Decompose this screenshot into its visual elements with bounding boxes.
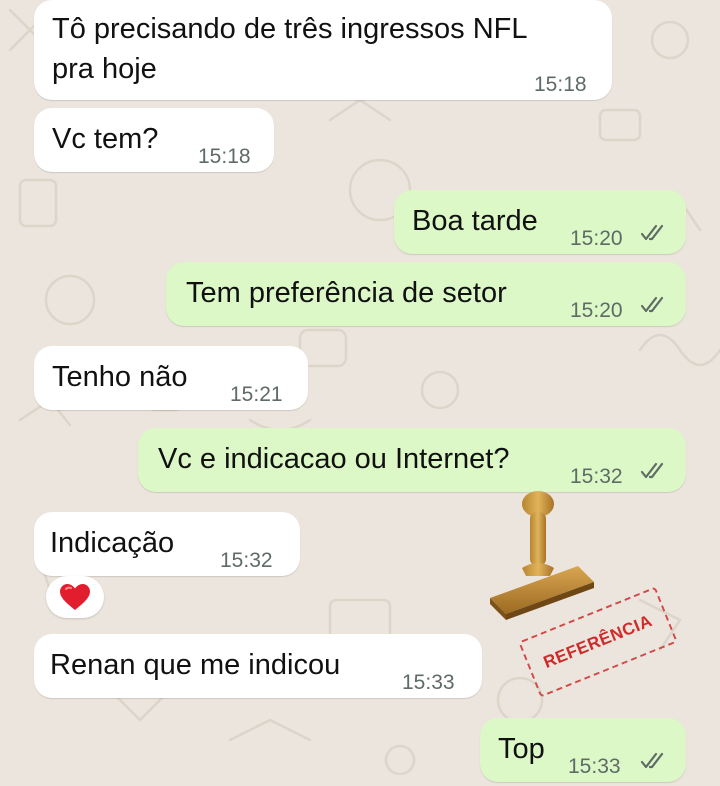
double-check-icon: [640, 224, 664, 241]
message-text: Vc tem?: [52, 123, 159, 155]
rubber-stamp-icon: [490, 491, 594, 620]
message-timestamp: 15:20: [570, 227, 623, 250]
message-bubble-incoming[interactable]: Vc tem? 15:18: [34, 108, 274, 172]
message-bubble-incoming[interactable]: Indicação 15:32: [34, 512, 300, 576]
message-text: Vc e indicacao ou Internet?: [158, 443, 510, 475]
message-bubble-incoming[interactable]: Renan que me indicou 15:33: [34, 634, 482, 698]
message-text: Renan que me indicou: [50, 649, 341, 681]
double-check-icon: [640, 752, 664, 769]
double-check-icon: [640, 296, 664, 313]
message-text: Tenho não: [52, 361, 188, 393]
message-bubble-outgoing[interactable]: Top 15:33: [480, 718, 686, 782]
message-timestamp: 15:21: [230, 383, 283, 406]
message-text: Tem preferência de setor: [186, 277, 507, 309]
double-check-icon: [640, 462, 664, 479]
message-text: Indicação: [50, 527, 175, 559]
message-text: Tô precisando de três ingressos NFL: [52, 13, 528, 45]
reaction-badge[interactable]: [46, 576, 104, 618]
message-timestamp: 15:18: [534, 73, 587, 96]
message-timestamp: 15:33: [402, 671, 455, 694]
message-timestamp: 15:33: [568, 755, 621, 778]
message-bubble-incoming[interactable]: Tô precisando de três ingressos NFL pra …: [34, 0, 612, 100]
message-bubble-outgoing[interactable]: Vc e indicacao ou Internet? 15:32: [138, 428, 686, 492]
message-text: Top: [498, 733, 545, 765]
message-timestamp: 15:20: [570, 299, 623, 322]
message-timestamp: 15:32: [220, 549, 273, 572]
message-bubble-outgoing[interactable]: Tem preferência de setor 15:20: [166, 262, 686, 326]
message-text: pra hoje: [52, 53, 157, 85]
message-text: Boa tarde: [412, 205, 538, 237]
message-timestamp: 15:18: [198, 145, 251, 168]
message-bubble-incoming[interactable]: Tenho não 15:21: [34, 346, 308, 410]
message-bubble-outgoing[interactable]: Boa tarde 15:20: [394, 190, 686, 254]
red-heart-icon: [60, 584, 90, 610]
